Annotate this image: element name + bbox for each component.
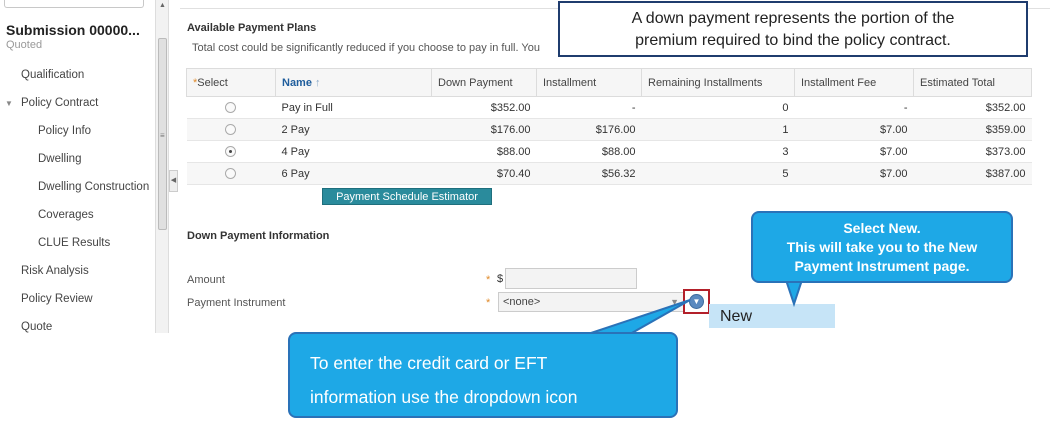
- required-mark: *: [486, 274, 491, 286]
- submission-title: Submission 00000...: [6, 22, 140, 38]
- dropdown-highlight-box[interactable]: ▼: [683, 289, 710, 314]
- plan-remaining: 0: [641, 96, 795, 119]
- payment-instrument-value: <none>: [503, 296, 541, 308]
- payment-plans-title: Available Payment Plans: [187, 22, 317, 34]
- sidebar-item-risk-analysis[interactable]: Risk Analysis: [21, 265, 89, 277]
- required-mark: *: [486, 297, 491, 309]
- payment-instrument-select[interactable]: <none> ▼: [498, 292, 686, 312]
- grip-icon: ≡: [160, 131, 165, 140]
- plan-down-payment: $88.00: [431, 140, 537, 163]
- sidebar-item-qualification[interactable]: Qualification: [21, 69, 84, 81]
- plan-total: $352.00: [913, 96, 1032, 119]
- plan-name: 6 Pay: [275, 162, 432, 185]
- plan-radio-pay-in-full[interactable]: [224, 102, 236, 114]
- sidebar-item-dwelling-construction[interactable]: Dwelling Construction: [38, 181, 149, 193]
- collapse-sidebar-handle[interactable]: ◀: [169, 170, 178, 192]
- sidebar-item-clue-results[interactable]: CLUE Results: [38, 237, 110, 249]
- column-header-down-payment[interactable]: Down Payment: [431, 68, 537, 97]
- sidebar-item-coverages[interactable]: Coverages: [38, 209, 94, 221]
- plan-name: 4 Pay: [275, 140, 432, 163]
- plan-installment: $88.00: [536, 140, 642, 163]
- new-menu-item[interactable]: New: [709, 304, 835, 328]
- payment-schedule-estimator-button[interactable]: Payment Schedule Estimator: [322, 188, 492, 205]
- plan-fee: $7.00: [794, 140, 914, 163]
- plan-radio-6-pay[interactable]: [224, 168, 236, 180]
- caret-down-icon[interactable]: ▼: [5, 99, 13, 108]
- column-header-installment[interactable]: Installment: [536, 68, 642, 97]
- plan-remaining: 5: [641, 162, 795, 185]
- table-row[interactable]: 6 Pay $70.40 $56.32 5 $7.00 $387.00: [186, 162, 1032, 185]
- plan-fee: $7.00: [794, 118, 914, 141]
- sidebar-item-dwelling[interactable]: Dwelling: [38, 153, 81, 165]
- plan-remaining: 3: [641, 140, 795, 163]
- sidebar-search-box[interactable]: [4, 0, 144, 8]
- column-header-name[interactable]: Name ↑: [275, 68, 432, 97]
- sort-ascending-icon[interactable]: ↑: [315, 77, 321, 89]
- table-row[interactable]: 2 Pay $176.00 $176.00 1 $7.00 $359.00: [186, 118, 1032, 141]
- plan-down-payment: $70.40: [431, 162, 537, 185]
- sidebar-item-policy-review[interactable]: Policy Review: [21, 293, 93, 305]
- scroll-up-icon[interactable]: ▲: [159, 2, 166, 9]
- plan-remaining: 1: [641, 118, 795, 141]
- submission-status: Quoted: [6, 39, 43, 51]
- plan-total: $359.00: [913, 118, 1032, 141]
- chevron-down-icon[interactable]: ▼: [689, 294, 704, 309]
- table-header-row: *Select Name ↑ Down Payment Installment …: [186, 68, 1032, 97]
- currency-symbol: $: [497, 273, 504, 285]
- down-payment-title: Down Payment Information: [187, 230, 330, 242]
- table-row[interactable]: 4 Pay $88.00 $88.00 3 $7.00 $373.00: [186, 140, 1032, 163]
- column-header-estimated-total[interactable]: Estimated Total: [913, 68, 1032, 97]
- payment-plans-table: *Select Name ↑ Down Payment Installment …: [186, 68, 1032, 185]
- plan-name: Pay in Full: [275, 96, 432, 119]
- plan-fee: -: [794, 96, 914, 119]
- plan-fee: $7.00: [794, 162, 914, 185]
- plan-down-payment: $352.00: [431, 96, 537, 119]
- plan-radio-2-pay[interactable]: [224, 124, 236, 136]
- column-header-installment-fee[interactable]: Installment Fee: [794, 68, 914, 97]
- table-row[interactable]: Pay in Full $352.00 - 0 - $352.00: [186, 96, 1032, 119]
- sidebar-scrollbar[interactable]: ▲ ≡: [155, 0, 169, 333]
- dropdown-instruction-callout: To enter the credit card or EFT informat…: [288, 332, 678, 418]
- plan-installment: $176.00: [536, 118, 642, 141]
- plan-name: 2 Pay: [275, 118, 432, 141]
- scrollbar-thumb[interactable]: ≡: [158, 38, 167, 230]
- plan-installment: $56.32: [536, 162, 642, 185]
- amount-label: Amount: [187, 274, 225, 286]
- plan-installment: -: [536, 96, 642, 119]
- select-arrow-icon[interactable]: ▼: [670, 293, 679, 311]
- column-header-remaining-installments[interactable]: Remaining Installments: [641, 68, 795, 97]
- plan-total: $387.00: [913, 162, 1032, 185]
- sidebar-item-policy-contract[interactable]: Policy Contract: [21, 97, 98, 109]
- amount-input[interactable]: [505, 268, 637, 289]
- sidebar-item-policy-info[interactable]: Policy Info: [38, 125, 91, 137]
- down-payment-callout: A down payment represents the portion of…: [558, 1, 1028, 57]
- plan-total: $373.00: [913, 140, 1032, 163]
- payment-instrument-label: Payment Instrument: [187, 297, 286, 309]
- sidebar-item-quote[interactable]: Quote: [21, 321, 52, 333]
- sidebar: Submission 00000... Quoted Qualification…: [0, 0, 155, 333]
- select-new-callout: Select New. This will take you to the Ne…: [751, 211, 1013, 283]
- plan-radio-4-pay[interactable]: [224, 146, 236, 158]
- plan-down-payment: $176.00: [431, 118, 537, 141]
- column-header-select: *Select: [186, 68, 276, 97]
- payment-plans-description: Total cost could be significantly reduce…: [192, 42, 540, 54]
